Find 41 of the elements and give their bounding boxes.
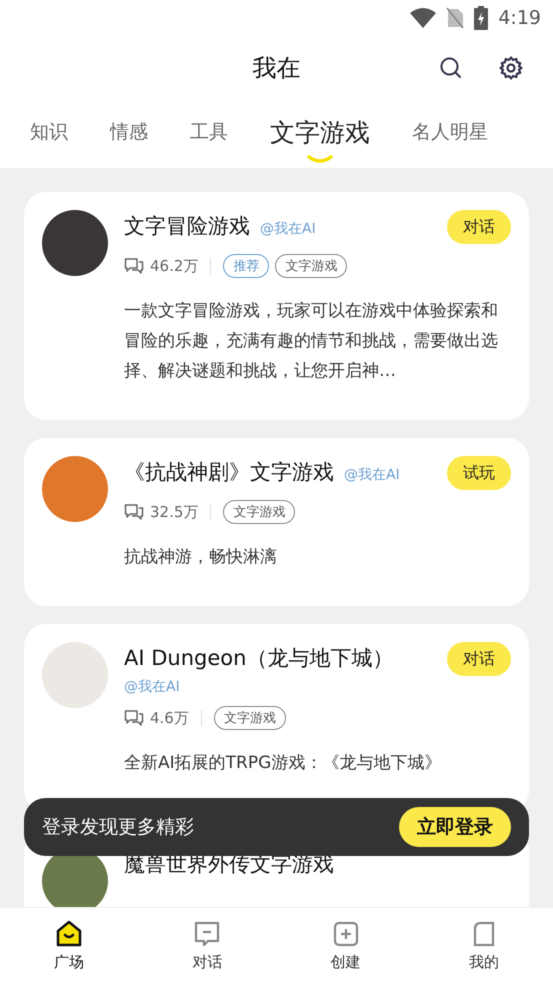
chat-button[interactable]: 试玩 [447, 456, 511, 490]
bot-name: 文字冒险游戏 [124, 213, 250, 240]
category-tab[interactable]: 知识 [30, 119, 68, 149]
app-title: 我在 [252, 53, 300, 84]
nav-tab[interactable]: 对话 [138, 908, 276, 983]
chat-count: 32.5万 [150, 502, 198, 522]
tab-indicator-icon [307, 154, 333, 162]
no-sim-icon [446, 7, 464, 29]
search-icon[interactable] [439, 56, 463, 80]
tag-label: 推荐 [223, 254, 270, 278]
settings-icon[interactable] [499, 56, 523, 80]
category-tab[interactable]: 名人明星 [412, 119, 488, 149]
bot-description: 一款文字冒险游戏，玩家可以在游戏中体验探索和冒险的乐趣，充满有趣的情节和挑战，需要做出选择、解决谜题和挑战，让您开启神… [124, 300, 499, 383]
category-tab[interactable]: 情感 [110, 119, 148, 149]
comment-icon [124, 709, 144, 727]
tag-label: 文字游戏 [275, 254, 348, 278]
home-icon [54, 919, 84, 949]
tag-label: 文字游戏 [214, 706, 286, 730]
login-button[interactable]: 立即登录 [399, 807, 511, 847]
chat-button[interactable]: 对话 [447, 210, 511, 244]
nav-tab[interactable]: 我的 [414, 908, 553, 983]
chat-count: 4.6万 [150, 708, 189, 728]
category-tab[interactable]: 工具 [190, 119, 228, 149]
tag-label: 文字游戏 [223, 500, 296, 524]
wifi-icon [410, 8, 436, 28]
bot-name: AI Dungeon（龙与地下城） [124, 645, 394, 672]
bot-name: 《抗战神剧》文字游戏 [124, 459, 334, 486]
category-tab[interactable]: 文字游戏 [270, 116, 370, 152]
comment-icon [124, 257, 144, 275]
bot-description: 抗战神游，畅快淋漓 [124, 546, 278, 569]
comment-icon [124, 503, 144, 521]
clock-time: 4:19 [498, 7, 541, 29]
nav-tab[interactable]: 创建 [276, 908, 415, 983]
bot-description: 全新AI拓展的TRPG游戏：《龙与地下城》 [124, 752, 442, 775]
chat-button[interactable]: 对话 [447, 642, 511, 676]
chat-count: 46.2万 [150, 256, 198, 276]
bot-card[interactable]: 《抗战神剧》文字游戏 @我在AI 试玩 32.5万 文字游戏 抗战神游，畅快淋漓 [24, 438, 529, 606]
bot-card[interactable]: 文字冒险游戏 @我在AI 对话 46.2万 推荐 文字游戏 一款文字冒险游戏，玩家可以在游戏中体验探索和冒险的乐趣，充满有趣的情节和挑战，需要做出选择、解决谜题和挑战，让您开启神… [24, 192, 529, 420]
battery-icon [474, 6, 488, 30]
toast-message: 登录发现更多精彩 [42, 815, 194, 840]
nav-tab[interactable]: 广场 [0, 908, 138, 983]
